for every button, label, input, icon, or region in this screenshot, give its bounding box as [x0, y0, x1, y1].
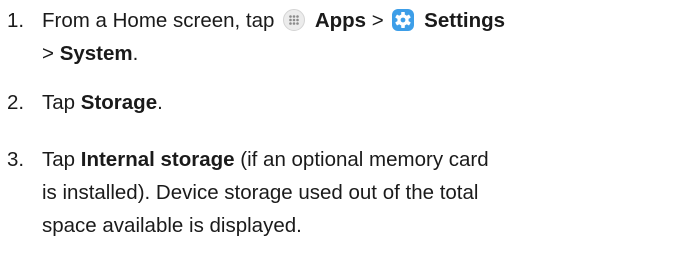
step-text-run: . — [157, 91, 163, 114]
step-text-run: . — [132, 42, 139, 65]
step-line: > System. — [42, 37, 678, 70]
internal-storage-label: Internal storage — [80, 148, 235, 171]
settings-gear-icon — [392, 9, 415, 31]
storage-label: Storage — [80, 91, 158, 114]
separator: > — [371, 9, 384, 32]
step-text-run: (if an optional memory card — [240, 148, 489, 171]
step-number: 1. — [7, 9, 25, 32]
step-line: Tap Storage. — [42, 86, 678, 119]
step-text-run: Tap — [42, 91, 76, 114]
step-number: 2. — [7, 91, 25, 114]
system-label: System — [59, 42, 133, 65]
step-line: Tap Internal storage (if an optional mem… — [42, 143, 678, 176]
step-number: 3. — [7, 148, 25, 171]
step-line: is installed). Device storage used out o… — [42, 181, 479, 204]
step-text-run: From a Home screen, tap — [42, 9, 275, 32]
apps-label: Apps — [314, 9, 367, 32]
settings-label: Settings — [424, 9, 506, 32]
step-line: From a Home screen, tap Apps > Settings — [42, 4, 678, 37]
separator: > — [42, 42, 54, 65]
step-text: Tap Storage. — [42, 86, 678, 119]
step-text-run: Tap — [42, 148, 76, 171]
step-text: Tap Internal storage (if an optional mem… — [42, 143, 678, 242]
step-line: space available is displayed. — [42, 214, 302, 237]
step-text: From a Home screen, tap Apps > Settings … — [42, 4, 678, 70]
apps-icon — [283, 9, 306, 31]
